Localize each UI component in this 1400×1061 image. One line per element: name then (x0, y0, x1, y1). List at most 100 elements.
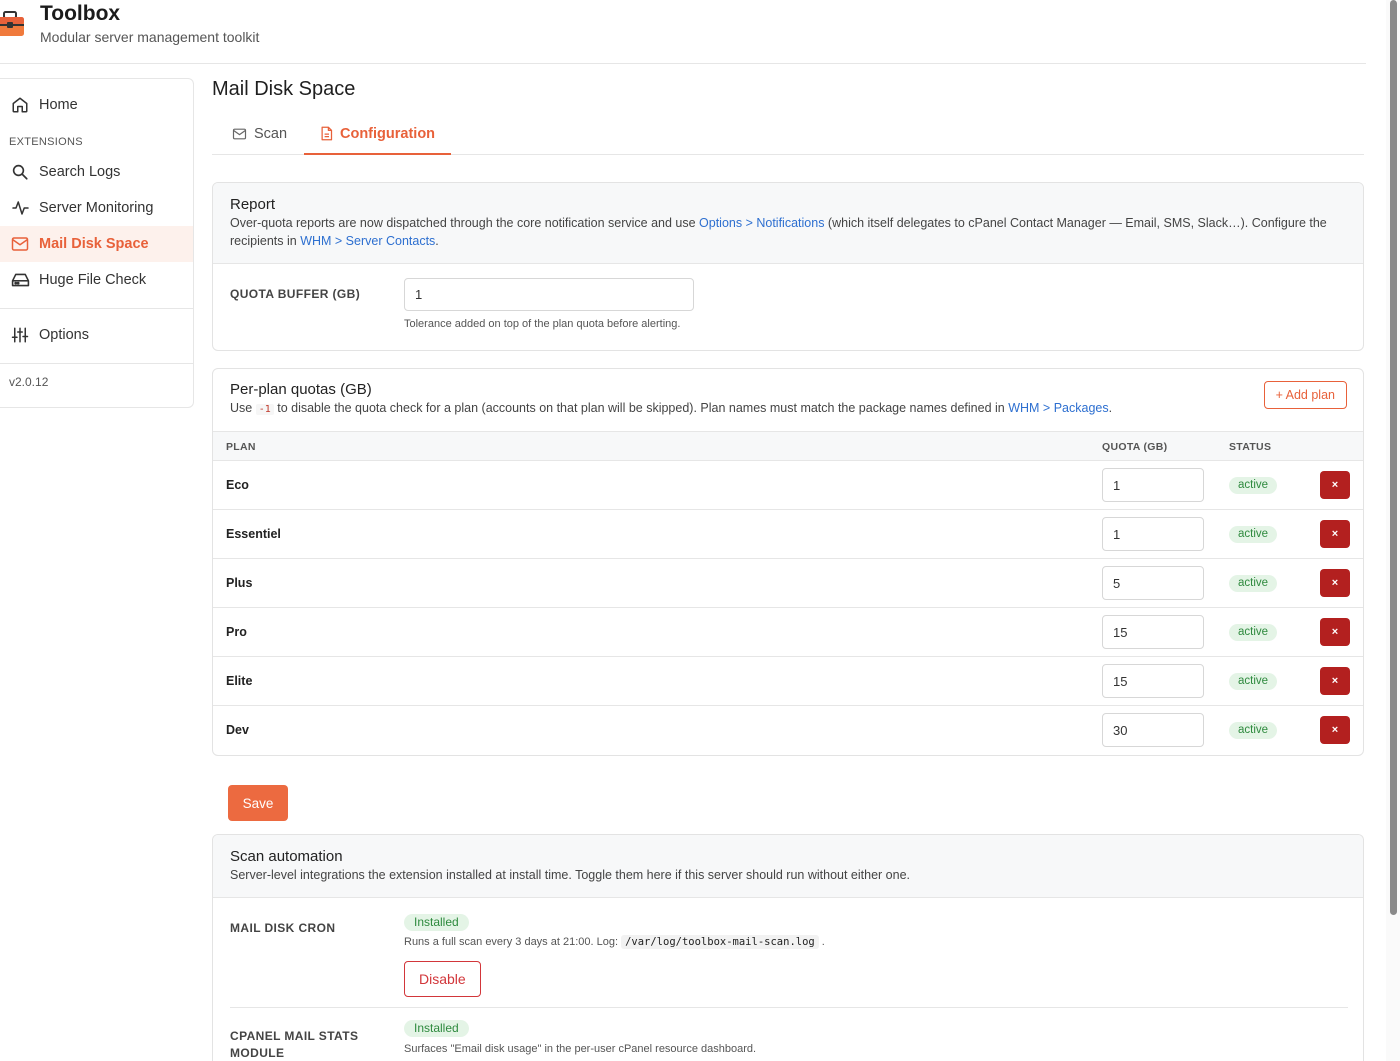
status-badge: active (1229, 673, 1278, 690)
table-row: Eco active × (213, 461, 1363, 510)
tab-label: Scan (254, 126, 288, 142)
scan-automation-description: Server-level integrations the extension … (230, 868, 910, 882)
plan-name: Elite (226, 674, 253, 688)
status-badge: active (1229, 722, 1278, 739)
quota-input[interactable] (1102, 468, 1204, 502)
status-badge: active (1229, 477, 1278, 494)
scan-automation-title: Scan automation (230, 848, 343, 865)
delete-plan-button[interactable]: × (1320, 471, 1350, 499)
sidebar: Home EXTENSIONS Search Logs Server Monit… (0, 78, 194, 408)
report-card-header: Report Over-quota reports are now dispat… (213, 183, 1363, 264)
stats-label-line: MODULE (230, 1046, 285, 1060)
cron-desc-text: Runs a full scan every 3 days at 21:00. … (404, 936, 622, 948)
table-row: Dev active × (213, 706, 1363, 755)
app-header: Toolbox Modular server management toolki… (0, 0, 1366, 64)
quota-buffer-input[interactable] (404, 278, 694, 311)
delete-plan-button[interactable]: × (1320, 716, 1350, 744)
plans-desc-text: . (1108, 401, 1113, 415)
sliders-icon (10, 325, 30, 345)
add-plan-button[interactable]: + Add plan (1263, 381, 1347, 409)
stats-installed-badge: Installed (404, 1020, 469, 1037)
tab-label: Configuration (340, 125, 436, 142)
cron-log-path: /var/log/toolbox-mail-scan.log (621, 935, 819, 949)
cron-installed-badge: Installed (404, 914, 469, 931)
sidebar-item-label: Options (39, 327, 89, 343)
plan-name: Dev (226, 723, 249, 737)
stats-label-line: CPANEL MAIL STATS (230, 1029, 359, 1043)
pulse-icon (10, 198, 30, 218)
quota-input[interactable] (1102, 664, 1204, 698)
document-icon (320, 126, 333, 141)
status-badge: active (1229, 575, 1278, 592)
toolbox-logo-icon (0, 11, 24, 36)
plan-quotas-card: Per-plan quotas (GB) Use -1 to disable t… (212, 368, 1364, 756)
hard-drive-icon (10, 270, 30, 290)
save-button[interactable]: Save (228, 785, 288, 821)
home-icon (10, 95, 30, 115)
scrollbar-thumb[interactable] (1390, 0, 1397, 915)
plan-quotas-title: Per-plan quotas (GB) (230, 381, 372, 398)
app-subtitle: Modular server management toolkit (40, 29, 260, 45)
sidebar-divider (0, 363, 194, 364)
status-badge: active (1229, 624, 1278, 641)
sidebar-item-huge-file-check[interactable]: Huge File Check (0, 262, 193, 298)
plans-desc-text: to disable the quota check for a plan (a… (273, 401, 1009, 415)
table-row: Essentiel active × (213, 510, 1363, 559)
disable-code: -1 (255, 404, 274, 415)
cpanel-mail-stats-label: CPANEL MAIL STATS MODULE (230, 1028, 358, 1061)
sidebar-section-extensions: EXTENSIONS (9, 136, 83, 148)
plans-table-body: Eco active × Essentiel active × Plus act… (213, 461, 1363, 755)
delete-plan-button[interactable]: × (1320, 667, 1350, 695)
report-description: Over-quota reports are now dispatched th… (230, 214, 1347, 250)
sidebar-item-label: Search Logs (39, 164, 121, 180)
sidebar-item-label: Server Monitoring (39, 200, 154, 216)
table-row: Elite active × (213, 657, 1363, 706)
plan-name: Pro (226, 625, 247, 639)
page-title: Mail Disk Space (212, 78, 356, 100)
plan-quotas-description: Use -1 to disable the quota check for a … (230, 399, 1240, 419)
sidebar-item-label: Huge File Check (39, 272, 147, 288)
search-icon (10, 162, 30, 182)
table-row: Pro active × (213, 608, 1363, 657)
report-desc-text: . (435, 234, 439, 248)
quota-input[interactable] (1102, 713, 1204, 747)
sidebar-item-home[interactable]: Home (0, 87, 193, 123)
mail-icon (232, 128, 247, 140)
disable-cron-button[interactable]: Disable (404, 961, 481, 997)
mail-disk-cron-label: MAIL DISK CRON (230, 921, 336, 935)
scan-automation-header: Scan automation Server-level integration… (213, 835, 1363, 898)
sidebar-item-server-monitoring[interactable]: Server Monitoring (0, 190, 193, 226)
app-title: Toolbox (40, 2, 121, 25)
stats-description: Surfaces "Email disk usage" in the per-u… (404, 1043, 757, 1055)
whm-packages-link[interactable]: WHM > Packages (1008, 401, 1108, 415)
report-card: Report Over-quota reports are now dispat… (212, 182, 1364, 351)
quota-input[interactable] (1102, 517, 1204, 551)
column-plan: PLAN (226, 441, 256, 453)
quota-input[interactable] (1102, 615, 1204, 649)
delete-plan-button[interactable]: × (1320, 618, 1350, 646)
page-scrollbar[interactable] (1386, 0, 1400, 1061)
server-contacts-link[interactable]: WHM > Server Contacts (300, 234, 435, 248)
plans-table-header: PLAN QUOTA (GB) STATUS (213, 431, 1363, 461)
report-title: Report (230, 196, 276, 213)
sidebar-item-options[interactable]: Options (0, 317, 193, 353)
column-quota: QUOTA (GB) (1102, 441, 1168, 453)
version-label: v2.0.12 (9, 375, 49, 389)
plan-quotas-header: Per-plan quotas (GB) Use -1 to disable t… (230, 381, 1240, 419)
automation-divider (230, 1007, 1348, 1008)
quota-input[interactable] (1102, 566, 1204, 600)
sidebar-item-search-logs[interactable]: Search Logs (0, 154, 193, 190)
cron-description: Runs a full scan every 3 days at 21:00. … (404, 935, 825, 949)
tab-configuration[interactable]: Configuration (304, 114, 452, 155)
sidebar-item-mail-disk-space[interactable]: Mail Disk Space (0, 226, 193, 262)
tab-bar: Scan Configuration (212, 114, 1364, 155)
delete-plan-button[interactable]: × (1320, 569, 1350, 597)
tab-scan[interactable]: Scan (232, 114, 287, 154)
plan-name: Essentiel (226, 527, 281, 541)
delete-plan-button[interactable]: × (1320, 520, 1350, 548)
report-desc-text: Over-quota reports are now dispatched th… (230, 216, 700, 230)
sidebar-item-label: Home (39, 97, 78, 113)
scan-automation-card: Scan automation Server-level integration… (212, 834, 1364, 1061)
options-notifications-link[interactable]: Options > Notifications (699, 216, 824, 230)
plan-name: Plus (226, 576, 253, 590)
